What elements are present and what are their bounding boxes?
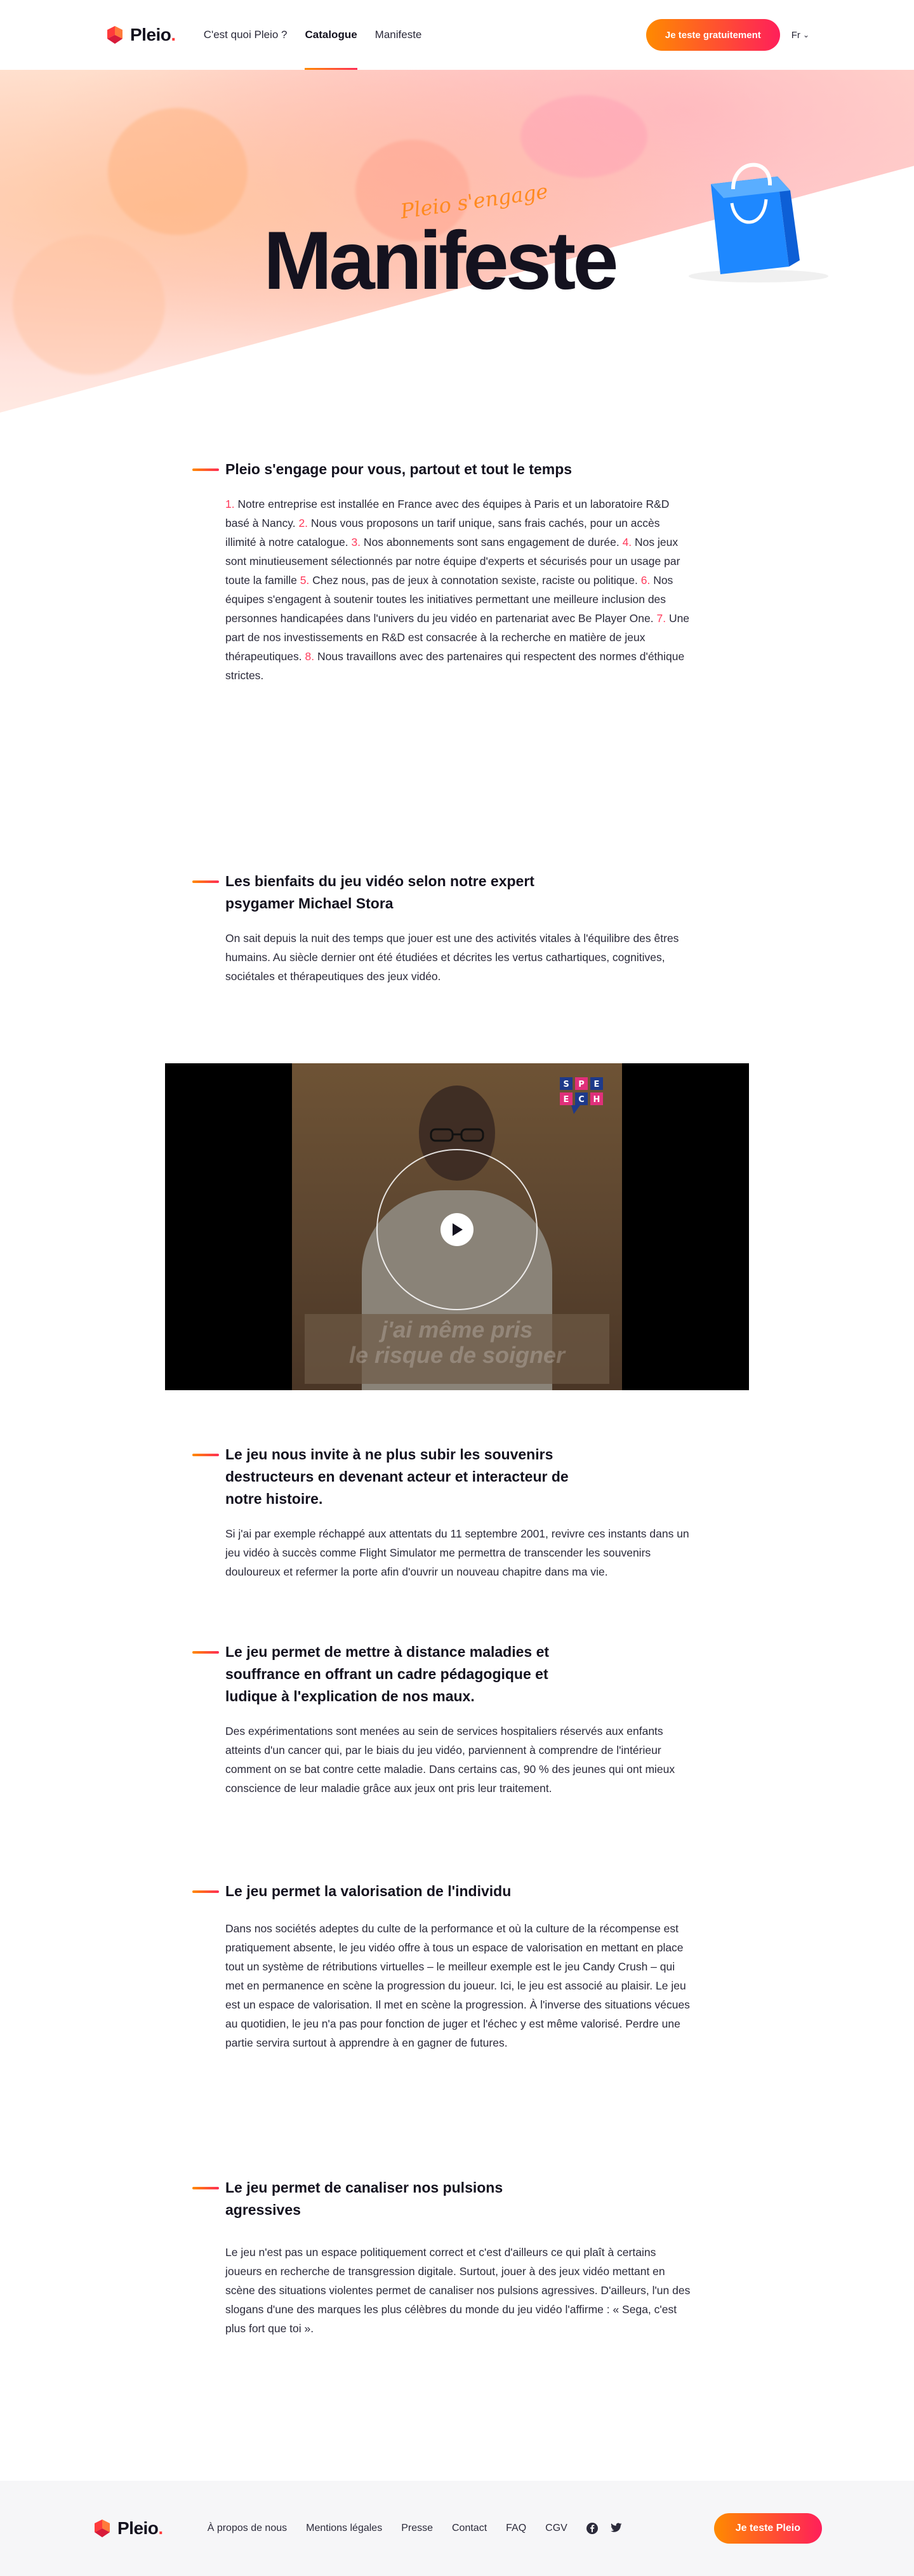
hero-banner: Pleio s'engage Manifeste [0, 70, 914, 413]
section-body: On sait depuis la nuit des temps que jou… [225, 932, 679, 983]
twitter-icon[interactable] [610, 2523, 622, 2534]
main-nav: C'est quoi Pleio ? Catalogue Manifeste [204, 0, 422, 70]
valorisation-section: Le jeu permet la valorisation de l'indiv… [0, 1880, 914, 2052]
try-free-button[interactable]: Je teste gratuitement [646, 19, 780, 51]
svg-text:E: E [594, 1080, 600, 1089]
section-title: Pleio s'engage pour vous, partout et tou… [192, 458, 581, 481]
logo-wordmark: Pleio. [117, 2518, 163, 2538]
page-title: Manifeste [263, 214, 619, 307]
site-header: Pleio. C'est quoi Pleio ? Catalogue Mani… [0, 0, 914, 70]
footer-link-legal[interactable]: Mentions légales [306, 2523, 382, 2534]
section-body: Des expérimentations sont menées au sein… [225, 1725, 675, 1795]
footer-logo[interactable]: Pleio. [92, 2518, 163, 2539]
item-number: 7. [656, 612, 666, 625]
nav-item-cest-quoi-pleio[interactable]: C'est quoi Pleio ? [204, 0, 288, 70]
language-selector[interactable]: Fr ⌄ [791, 30, 809, 41]
speech-logo-icon: S P E E C H [560, 1077, 603, 1114]
memories-section: Le jeu nous invite à ne plus subir les s… [0, 1444, 914, 1581]
section-title: Le jeu permet la valorisation de l'indiv… [192, 1880, 581, 1902]
glasses-icon [430, 1128, 484, 1142]
language-label: Fr [791, 29, 800, 41]
play-icon [453, 1223, 463, 1236]
svg-text:C: C [578, 1095, 585, 1105]
item-number: 5. [300, 574, 310, 587]
item-number: 4. [622, 536, 632, 548]
hero-character-shape [108, 108, 248, 235]
illness-section: Le jeu permet de mettre à distance malad… [0, 1641, 914, 1798]
benefits-section: Les bienfaits du jeu vidéo selon notre e… [0, 870, 914, 986]
section-title: Le jeu permet de mettre à distance malad… [192, 1641, 581, 1708]
pleio-logo-icon [95, 2520, 110, 2537]
item-text: Nos abonnements sont sans engagement de … [361, 536, 623, 548]
play-button[interactable] [440, 1213, 474, 1246]
item-number: 2. [298, 517, 308, 529]
site-footer: Pleio. À propos de nous Mentions légales… [0, 2481, 914, 2576]
pleio-logo-icon [107, 26, 123, 44]
item-number: 3. [351, 536, 361, 548]
nav-item-manifeste[interactable]: Manifeste [375, 0, 422, 70]
facebook-icon[interactable] [586, 2523, 598, 2534]
item-text: Chez nous, pas de jeux à connotation sex… [309, 574, 641, 587]
section-body: Dans nos sociétés adeptes du culte de la… [225, 1922, 690, 2049]
section-title: Les bienfaits du jeu vidéo selon notre e… [192, 870, 581, 915]
section-body: Le jeu n'est pas un espace politiquement… [225, 2246, 691, 2335]
logo-wordmark: Pleio. [130, 25, 176, 44]
footer-link-press[interactable]: Presse [401, 2523, 433, 2534]
nav-item-catalogue[interactable]: Catalogue [305, 0, 357, 70]
aggression-section: Le jeu permet de canaliser nos pulsions … [0, 2177, 914, 2338]
footer-links: À propos de nous Mentions légales Presse… [208, 2523, 567, 2534]
footer-link-about[interactable]: À propos de nous [208, 2523, 287, 2534]
svg-text:E: E [564, 1095, 569, 1105]
shopping-bag-icon [689, 163, 828, 282]
hero-character-shape [520, 95, 647, 178]
engagement-section: Pleio s'engage pour vous, partout et tou… [0, 458, 914, 685]
footer-link-cgv[interactable]: CGV [545, 2523, 567, 2534]
svg-text:S: S [563, 1080, 569, 1089]
item-number: 6. [640, 574, 651, 587]
section-title: Le jeu nous invite à ne plus subir les s… [192, 1444, 581, 1510]
footer-link-contact[interactable]: Contact [452, 2523, 487, 2534]
social-links [586, 2523, 622, 2534]
section-title: Le jeu permet de canaliser nos pulsions … [192, 2177, 581, 2221]
item-number: 8. [305, 650, 315, 663]
svg-text:H: H [593, 1095, 600, 1105]
header-actions: Je teste gratuitement Fr ⌄ [646, 19, 809, 51]
header-logo[interactable]: Pleio. [105, 25, 176, 45]
section-body: Si j'ai par exemple réchappé aux attenta… [225, 1527, 689, 1578]
svg-text:P: P [578, 1080, 585, 1089]
hero-character-shape [13, 235, 165, 375]
chevron-down-icon: ⌄ [802, 30, 809, 39]
engagement-list: 1. Notre entreprise est installée en Fra… [225, 495, 692, 685]
video-player[interactable]: j'ai même pris le risque de soigner S P … [165, 1063, 749, 1390]
video-subtitle: j'ai même pris le risque de soigner [348, 1317, 566, 1368]
item-number: 1. [225, 498, 235, 510]
footer-link-faq[interactable]: FAQ [506, 2523, 526, 2534]
try-pleio-button[interactable]: Je teste Pleio [713, 2513, 822, 2544]
